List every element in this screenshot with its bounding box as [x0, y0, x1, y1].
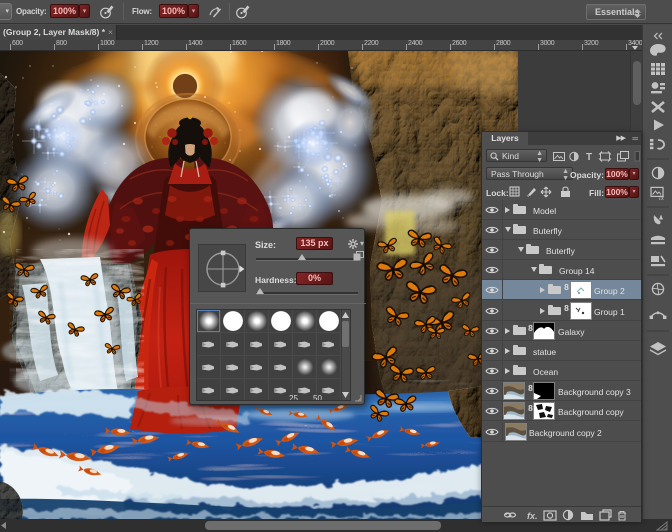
svg-text:fx.: fx.: [527, 511, 538, 521]
svg-text:T: T: [586, 152, 592, 162]
svg-text:fx: fx: [659, 195, 665, 202]
